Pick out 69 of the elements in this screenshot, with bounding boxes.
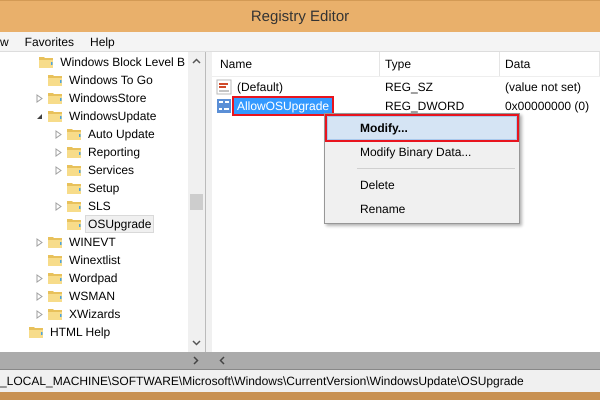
tree-item[interactable]: WSMAN [66, 287, 118, 305]
tree-item[interactable]: Windows Block Level B [57, 53, 188, 71]
scroll-right-icon[interactable] [193, 356, 199, 365]
tree-item[interactable]: WindowsStore [66, 89, 150, 107]
column-header[interactable]: Data [500, 52, 600, 76]
tree-item[interactable]: WINEVT [66, 233, 119, 251]
folder-icon [47, 288, 63, 304]
context-menu-item[interactable]: Modify Binary Data... [327, 140, 517, 164]
tree-item[interactable]: Reporting [85, 143, 144, 161]
folder-icon [66, 144, 82, 160]
table-cell-text: 0x00000000 (0) [504, 98, 590, 112]
table-cell-text: REG_DWORD [384, 98, 466, 112]
horizontal-scrollbar[interactable] [0, 352, 205, 369]
tree-item[interactable]: Setup [85, 179, 122, 197]
menu-item[interactable]: w [0, 34, 9, 48]
column-header[interactable]: Type [380, 52, 500, 76]
expand-arrow-icon[interactable] [36, 238, 42, 246]
folder-icon [66, 180, 82, 196]
horizontal-scrollbar[interactable] [205, 352, 600, 369]
expand-arrow-icon[interactable] [36, 94, 42, 102]
binary-value-icon [216, 98, 232, 114]
expand-arrow-icon[interactable] [36, 310, 42, 318]
scroll-left-icon[interactable] [219, 356, 225, 365]
scroll-down-icon[interactable] [192, 340, 201, 346]
expand-arrow-icon[interactable] [54, 166, 62, 174]
column-header[interactable]: Name [212, 52, 380, 76]
menu-item[interactable]: Favorites [24, 34, 74, 48]
expand-arrow-icon[interactable] [36, 274, 42, 282]
folder-icon [66, 198, 82, 214]
folder-icon [47, 234, 63, 250]
tree-item[interactable]: SLS [85, 197, 114, 215]
expand-arrow-icon[interactable] [36, 292, 42, 300]
scrollbar-thumb[interactable] [190, 194, 203, 210]
window-title: Registry Editor [250, 8, 350, 25]
scroll-up-icon[interactable] [192, 58, 201, 64]
tree-item[interactable]: Wordpad [66, 269, 120, 287]
vertical-scrollbar[interactable] [188, 52, 205, 352]
folder-icon [47, 72, 63, 88]
folder-icon [47, 252, 63, 268]
collapse-arrow-icon[interactable] [36, 112, 42, 120]
expand-arrow-icon[interactable] [54, 148, 62, 156]
tree-item[interactable]: OSUpgrade [85, 215, 154, 233]
folder-icon [66, 162, 82, 178]
context-menu-item[interactable]: Rename [327, 197, 517, 221]
menu-item[interactable]: Help [90, 34, 115, 48]
folder-icon [47, 270, 63, 286]
folder-icon [47, 90, 63, 106]
expand-arrow-icon[interactable] [54, 202, 62, 210]
context-menu-item[interactable]: Delete [327, 173, 517, 197]
folder-icon [66, 126, 82, 142]
registry-path: _LOCAL_MACHINE\SOFTWARE\Microsoft\Windows\CurrentVersion\WindowsUpdate\OSUpgrade [0, 374, 524, 388]
tree-item[interactable]: WindowsUpdate [66, 107, 160, 125]
tree-item[interactable]: Windows To Go [66, 71, 156, 89]
table-cell-text: (value not set) [504, 80, 582, 94]
context-menu-item[interactable]: Modify... [327, 116, 517, 140]
expand-arrow-icon[interactable] [54, 130, 62, 138]
table-cell-text: REG_SZ [384, 80, 434, 94]
tree-item[interactable]: Winextlist [66, 251, 124, 269]
tree-item[interactable]: Services [85, 161, 138, 179]
folder-icon [47, 108, 63, 124]
string-value-icon [216, 78, 232, 94]
tree-item[interactable]: HTML Help [47, 323, 114, 341]
folder-icon [28, 324, 44, 340]
folder-icon [38, 54, 54, 70]
folder-icon [47, 306, 63, 322]
value-name[interactable]: (Default) [234, 78, 286, 94]
tree-item[interactable]: XWizards [66, 305, 124, 323]
tree-item[interactable]: Auto Update [85, 125, 158, 143]
folder-icon [66, 216, 82, 232]
